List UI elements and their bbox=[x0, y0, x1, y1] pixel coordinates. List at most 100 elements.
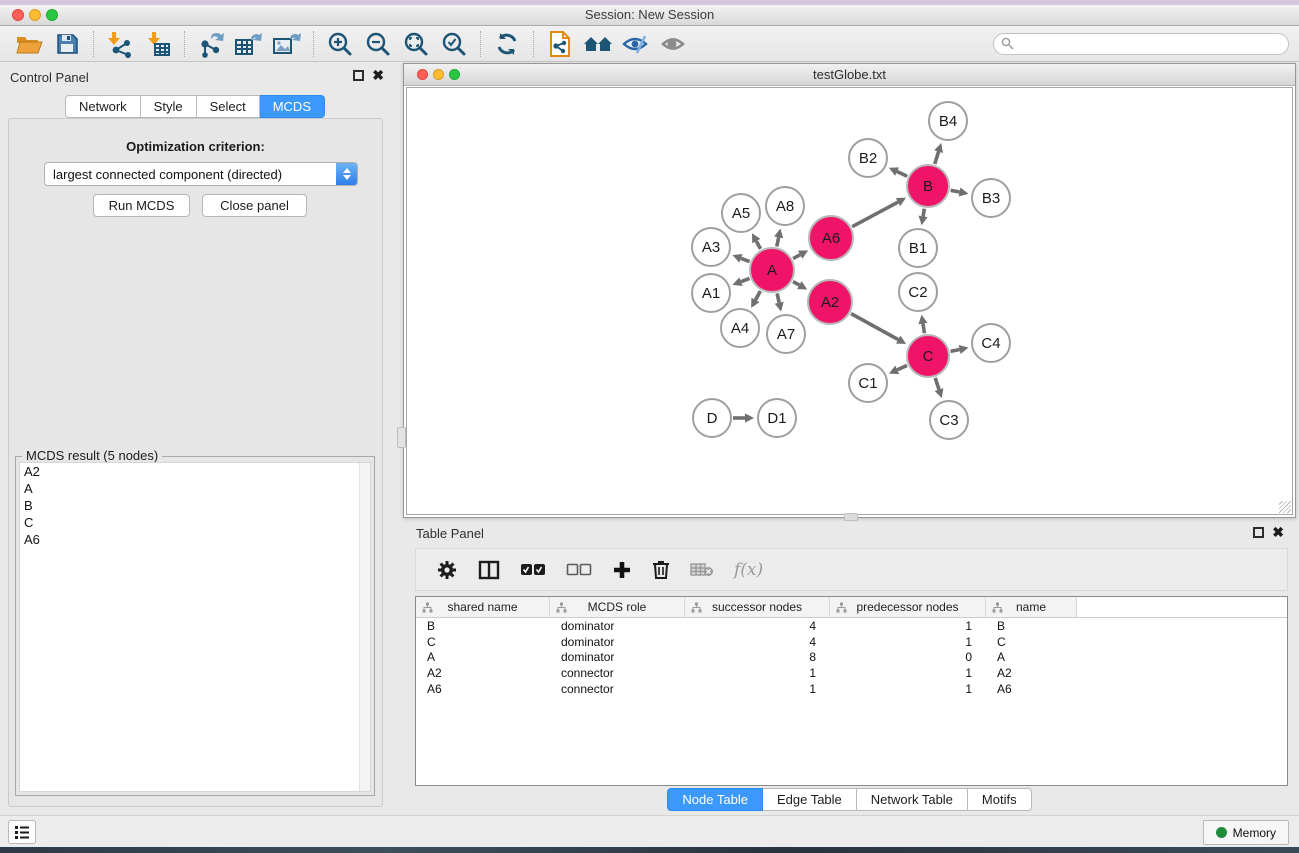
export-image-button[interactable] bbox=[268, 29, 306, 59]
show-view-button[interactable] bbox=[655, 29, 693, 59]
table-cell[interactable]: connector bbox=[550, 666, 685, 680]
table-row[interactable]: A6connector11A6 bbox=[416, 681, 1287, 697]
splitter-grip[interactable] bbox=[397, 427, 406, 448]
graph-edge[interactable] bbox=[756, 241, 760, 249]
task-history-button[interactable] bbox=[8, 820, 36, 844]
refresh-button[interactable] bbox=[488, 29, 526, 59]
table-cell[interactable]: A2 bbox=[416, 666, 550, 680]
zoom-network-button[interactable] bbox=[449, 69, 460, 80]
close-window-button[interactable] bbox=[12, 9, 24, 21]
add-column-button[interactable] bbox=[612, 560, 632, 580]
table-cell[interactable]: A bbox=[986, 650, 1077, 664]
column-header-shared-name[interactable]: shared name bbox=[416, 597, 550, 617]
delete-column-button[interactable] bbox=[652, 559, 670, 580]
table-cell[interactable]: C bbox=[416, 635, 550, 649]
table-cell[interactable]: 1 bbox=[830, 666, 986, 680]
float-panel-icon[interactable] bbox=[1253, 527, 1264, 538]
graph-edge[interactable] bbox=[777, 293, 779, 302]
table-cell[interactable]: A6 bbox=[416, 682, 550, 696]
tab-node-table[interactable]: Node Table bbox=[667, 788, 763, 811]
table-cell[interactable]: 1 bbox=[685, 666, 830, 680]
apply-function-button[interactable]: f(x) bbox=[734, 560, 763, 580]
column-header-successor-nodes[interactable]: successor nodes bbox=[685, 597, 830, 617]
graph-edge[interactable] bbox=[951, 349, 960, 351]
table-settings-button[interactable] bbox=[436, 559, 458, 581]
minimize-network-button[interactable] bbox=[433, 69, 444, 80]
table-row[interactable]: Bdominator41B bbox=[416, 618, 1287, 634]
tab-motifs[interactable]: Motifs bbox=[968, 788, 1032, 811]
column-header-MCDS-role[interactable]: MCDS role bbox=[550, 597, 685, 617]
table-cell[interactable]: 1 bbox=[830, 635, 986, 649]
delete-table-button[interactable] bbox=[690, 562, 714, 577]
table-cell[interactable]: dominator bbox=[550, 619, 685, 633]
graph-edge[interactable] bbox=[935, 378, 939, 390]
mcds-result-item[interactable]: A2 bbox=[20, 463, 370, 480]
column-header-predecessor-nodes[interactable]: predecessor nodes bbox=[830, 597, 986, 617]
zoom-fit-button[interactable] bbox=[397, 29, 435, 59]
optimization-criterion-select[interactable]: largest connected component (directed) bbox=[44, 162, 358, 186]
graph-edge[interactable] bbox=[741, 258, 750, 261]
table-cell[interactable]: 8 bbox=[685, 650, 830, 664]
graph-edge[interactable] bbox=[851, 314, 898, 340]
table-cell[interactable]: dominator bbox=[550, 635, 685, 649]
close-panel-button[interactable]: Close panel bbox=[202, 194, 307, 217]
table-cell[interactable]: 0 bbox=[830, 650, 986, 664]
table-row[interactable]: Cdominator41C bbox=[416, 634, 1287, 650]
zoom-window-button[interactable] bbox=[46, 9, 58, 21]
table-cell[interactable]: B bbox=[986, 619, 1077, 633]
graph-edge[interactable] bbox=[897, 365, 907, 369]
graph-edge[interactable] bbox=[923, 324, 925, 334]
tab-edge-table[interactable]: Edge Table bbox=[763, 788, 857, 811]
table-cell[interactable]: A6 bbox=[986, 682, 1077, 696]
mcds-result-item[interactable]: A6 bbox=[20, 531, 370, 548]
mcds-result-list[interactable]: A2ABCA6 bbox=[19, 462, 371, 792]
graph-edge[interactable] bbox=[741, 278, 750, 281]
tab-network-table[interactable]: Network Table bbox=[857, 788, 968, 811]
mcds-result-item[interactable]: A bbox=[20, 480, 370, 497]
graph-edge[interactable] bbox=[935, 152, 939, 164]
tab-mcds[interactable]: MCDS bbox=[260, 95, 325, 118]
table-cell[interactable]: connector bbox=[550, 682, 685, 696]
close-network-button[interactable] bbox=[417, 69, 428, 80]
minimize-window-button[interactable] bbox=[29, 9, 41, 21]
table-cell[interactable]: 1 bbox=[830, 682, 986, 696]
import-network-button[interactable] bbox=[101, 29, 139, 59]
node-table[interactable]: shared nameMCDS rolesuccessor nodesprede… bbox=[415, 596, 1288, 786]
graph-edge[interactable] bbox=[755, 291, 760, 300]
graph-edge[interactable] bbox=[897, 172, 907, 177]
graph-edge[interactable] bbox=[793, 255, 800, 259]
export-network-button[interactable] bbox=[192, 29, 230, 59]
resize-grip[interactable] bbox=[1279, 501, 1291, 513]
scrollbar[interactable] bbox=[359, 463, 370, 791]
network-canvas[interactable]: B4B2BB3A8A5A6A3B1AA1C2A2A4A7C4CC1DD1C3 bbox=[406, 87, 1293, 515]
table-cell[interactable]: 4 bbox=[685, 635, 830, 649]
import-table-button[interactable] bbox=[139, 29, 177, 59]
select-all-button[interactable] bbox=[520, 563, 546, 576]
table-cell[interactable]: A2 bbox=[986, 666, 1077, 680]
table-row[interactable]: Adominator80A bbox=[416, 650, 1287, 666]
mcds-result-item[interactable]: C bbox=[20, 514, 370, 531]
column-header-name[interactable]: name bbox=[986, 597, 1077, 617]
graph-edge[interactable] bbox=[852, 202, 898, 227]
search-input[interactable] bbox=[993, 33, 1289, 55]
memory-button[interactable]: Memory bbox=[1203, 820, 1289, 845]
home-view-button[interactable] bbox=[579, 29, 617, 59]
zoom-selected-button[interactable] bbox=[435, 29, 473, 59]
graph-edge[interactable] bbox=[793, 282, 799, 285]
network-graph[interactable]: B4B2BB3A8A5A6A3B1AA1C2A2A4A7C4CC1DD1C3 bbox=[407, 88, 1294, 516]
network-window-titlebar[interactable]: testGlobe.txt bbox=[404, 64, 1295, 86]
open-session-button[interactable] bbox=[10, 29, 48, 59]
zoom-out-button[interactable] bbox=[359, 29, 397, 59]
hide-view-button[interactable] bbox=[617, 29, 655, 59]
zoom-in-button[interactable] bbox=[321, 29, 359, 59]
table-cell[interactable]: 1 bbox=[830, 619, 986, 633]
tab-style[interactable]: Style bbox=[141, 95, 197, 118]
network-file-button[interactable] bbox=[541, 29, 579, 59]
table-cell[interactable]: 4 bbox=[685, 619, 830, 633]
table-cell[interactable]: dominator bbox=[550, 650, 685, 664]
save-session-button[interactable] bbox=[48, 29, 86, 59]
table-row[interactable]: A2connector11A2 bbox=[416, 665, 1287, 681]
close-panel-icon[interactable]: ✖ bbox=[1272, 527, 1284, 538]
graph-edge[interactable] bbox=[951, 190, 960, 192]
float-panel-icon[interactable] bbox=[353, 70, 364, 81]
